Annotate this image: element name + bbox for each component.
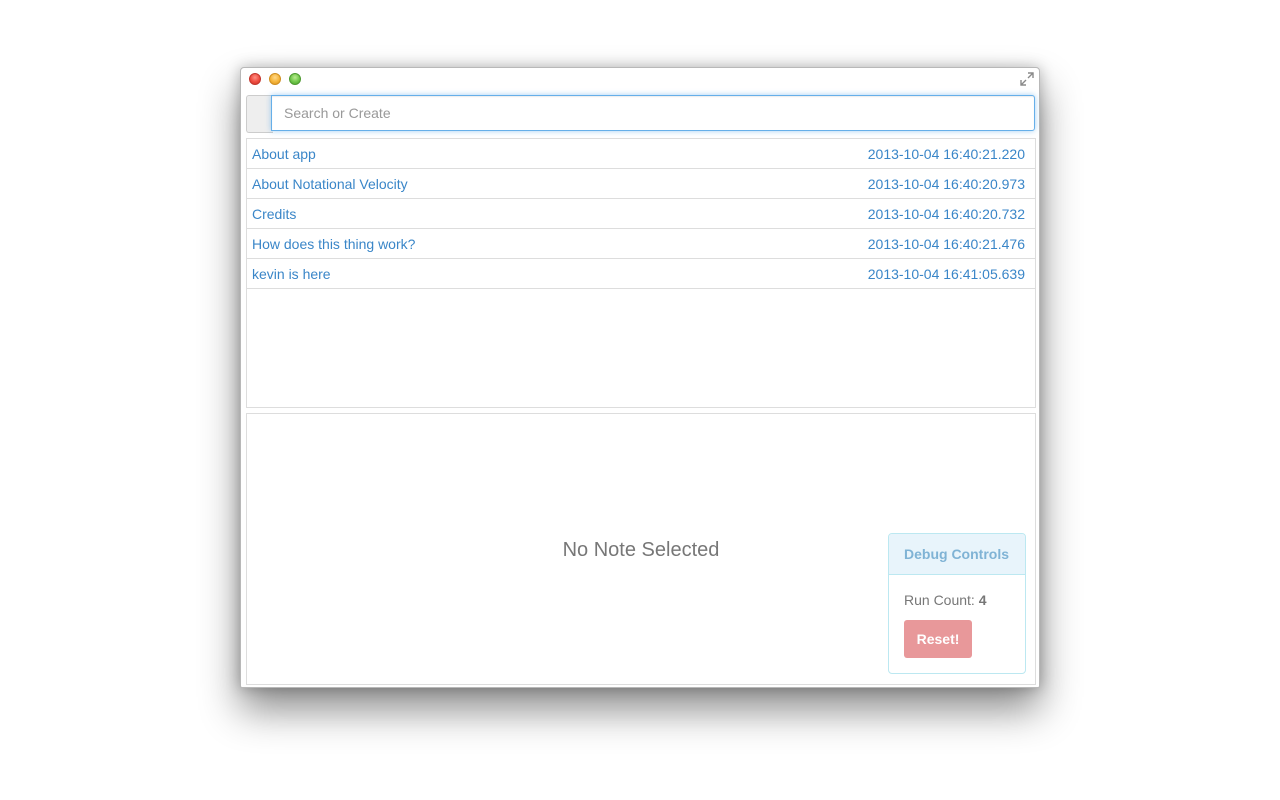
note-list-item[interactable]: About app 2013-10-04 16:40:21.220 — [247, 139, 1035, 169]
minimize-window-button[interactable] — [269, 73, 281, 85]
search-bar — [246, 95, 1036, 133]
note-title[interactable]: How does this thing work? — [252, 236, 415, 252]
run-count-value: 4 — [978, 592, 987, 608]
note-list-item[interactable]: kevin is here 2013-10-04 16:41:05.639 — [247, 259, 1035, 289]
zoom-window-button[interactable] — [289, 73, 301, 85]
note-list-item[interactable]: Credits 2013-10-04 16:40:20.732 — [247, 199, 1035, 229]
note-title[interactable]: About app — [252, 146, 316, 162]
note-date: 2013-10-04 16:40:21.220 — [867, 145, 1025, 162]
note-editor-pane: No Note Selected Debug Controls Run Coun… — [246, 413, 1036, 685]
note-title[interactable]: kevin is here — [252, 266, 331, 282]
note-title[interactable]: About Notational Velocity — [252, 176, 408, 192]
run-count: Run Count: 4 — [904, 592, 1010, 608]
note-list-item[interactable]: How does this thing work? 2013-10-04 16:… — [247, 229, 1035, 259]
note-date: 2013-10-04 16:40:20.973 — [867, 175, 1025, 192]
reset-button[interactable]: Reset! — [904, 620, 972, 658]
note-title[interactable]: Credits — [252, 206, 296, 222]
search-addon — [246, 95, 273, 133]
app-window: About app 2013-10-04 16:40:21.220 About … — [240, 67, 1040, 688]
search-input[interactable] — [271, 95, 1035, 131]
note-date: 2013-10-04 16:40:20.732 — [867, 205, 1025, 222]
note-list-item[interactable]: About Notational Velocity 2013-10-04 16:… — [247, 169, 1035, 199]
note-date: 2013-10-04 16:41:05.639 — [867, 265, 1025, 282]
close-window-button[interactable] — [249, 73, 261, 85]
debug-panel-body: Run Count: 4 Reset! — [889, 575, 1025, 658]
run-count-label: Run Count: — [904, 592, 975, 608]
debug-controls-panel: Debug Controls Run Count: 4 Reset! — [888, 533, 1026, 674]
note-list: About app 2013-10-04 16:40:21.220 About … — [246, 138, 1036, 408]
debug-panel-title: Debug Controls — [889, 534, 1025, 575]
title-bar[interactable] — [241, 68, 1039, 92]
note-date: 2013-10-04 16:40:21.476 — [867, 235, 1025, 252]
fullscreen-arrows-icon[interactable] — [1019, 71, 1035, 87]
